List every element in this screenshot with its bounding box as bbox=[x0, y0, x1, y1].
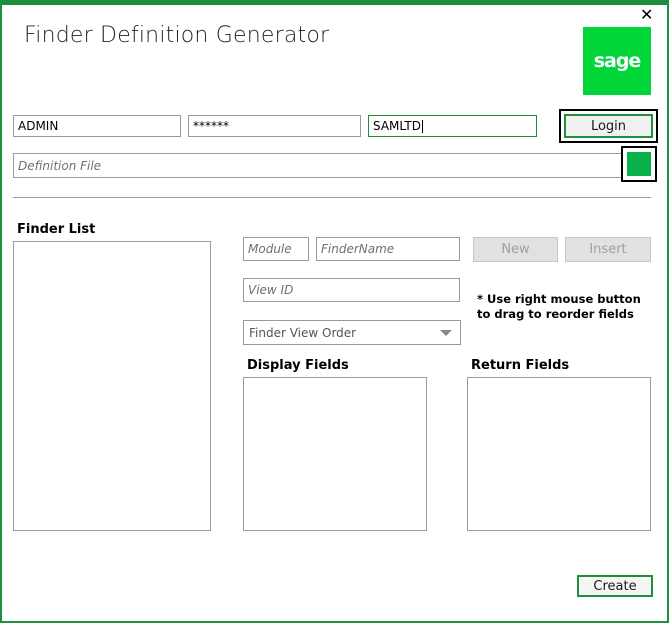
display-fields-heading: Display Fields bbox=[247, 358, 349, 373]
insert-button[interactable]: Insert bbox=[565, 237, 651, 262]
definition-file-input[interactable]: Definition File bbox=[13, 153, 623, 178]
view-id-input[interactable]: View ID bbox=[243, 278, 460, 302]
sage-logo: sage bbox=[583, 27, 651, 95]
password-value: ****** bbox=[193, 119, 229, 133]
finder-list-heading: Finder List bbox=[17, 222, 96, 237]
new-label: New bbox=[501, 242, 530, 257]
finder-view-order-value: Finder View Order bbox=[249, 325, 357, 340]
window-top-border bbox=[2, 2, 667, 5]
password-field[interactable]: ****** bbox=[188, 115, 361, 137]
logo-text: sage bbox=[593, 50, 642, 72]
finder-view-order-select[interactable]: Finder View Order bbox=[243, 320, 461, 345]
text-cursor bbox=[422, 119, 424, 133]
findername-input[interactable]: FinderName bbox=[316, 237, 460, 261]
reorder-hint: * Use right mouse button to drag to reor… bbox=[477, 292, 641, 321]
user-id-value: ADMIN bbox=[18, 119, 59, 133]
login-button[interactable]: Login bbox=[564, 114, 653, 138]
create-label: Create bbox=[593, 578, 637, 594]
module-placeholder: Module bbox=[248, 242, 292, 256]
browse-file-button[interactable] bbox=[627, 152, 651, 176]
finder-list-box[interactable] bbox=[13, 241, 211, 531]
view-id-placeholder: View ID bbox=[248, 283, 294, 297]
definition-file-placeholder: Definition File bbox=[18, 158, 102, 173]
create-button[interactable]: Create bbox=[577, 575, 653, 597]
new-button[interactable]: New bbox=[473, 237, 558, 262]
company-field[interactable]: SAMLTD bbox=[368, 115, 537, 137]
company-value: SAMLTD bbox=[373, 119, 422, 133]
close-icon[interactable]: ✕ bbox=[640, 5, 653, 24]
return-fields-heading: Return Fields bbox=[471, 358, 570, 373]
insert-label: Insert bbox=[589, 242, 627, 257]
separator-line bbox=[13, 197, 651, 198]
user-id-field[interactable]: ADMIN bbox=[13, 115, 181, 137]
findername-placeholder: FinderName bbox=[321, 242, 395, 256]
display-fields-box[interactable] bbox=[243, 377, 427, 531]
window-title: Finder Definition Generator bbox=[24, 23, 330, 48]
login-label: Login bbox=[590, 118, 627, 134]
return-fields-box[interactable] bbox=[467, 377, 651, 531]
module-input[interactable]: Module bbox=[243, 237, 309, 261]
chevron-down-icon bbox=[440, 330, 452, 336]
